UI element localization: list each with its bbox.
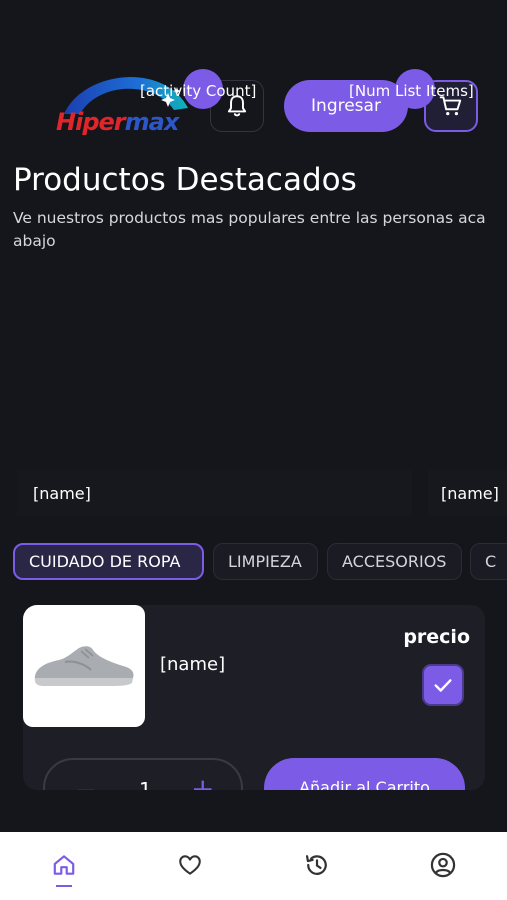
quantity-value: 1: [139, 778, 152, 790]
add-to-cart-button[interactable]: Añadir al Carrito: [264, 758, 465, 790]
nav-favorites[interactable]: [175, 850, 205, 880]
product-image: [23, 605, 145, 727]
logo-text-max: max: [124, 108, 180, 136]
featured-product-name: [name]: [33, 484, 91, 503]
quantity-stepper: − 1 +: [43, 758, 243, 790]
product-name: [name]: [160, 654, 226, 675]
product-card: [name] precio − 1 + Añadir al Carrito: [23, 605, 485, 790]
history-icon: [305, 855, 327, 875]
cart-count-text: [Num List Items]: [349, 82, 474, 100]
bottom-navigation: [0, 832, 507, 900]
nav-profile[interactable]: [428, 850, 458, 880]
decrease-quantity-button[interactable]: −: [75, 776, 97, 790]
user-circle-icon: [430, 852, 456, 878]
sneaker-icon: [34, 646, 134, 686]
logo-text-hiper: Hiper: [56, 108, 126, 136]
category-tab-limpieza[interactable]: LIMPIEZA: [213, 543, 318, 580]
product-price: precio: [403, 626, 470, 648]
home-icon: [53, 855, 75, 875]
category-tab-more[interactable]: C: [470, 543, 507, 580]
nav-home[interactable]: [49, 850, 79, 880]
page-subtitle: Ve nuestros productos mas populares entr…: [13, 209, 486, 250]
nav-history[interactable]: [302, 850, 332, 880]
page-title: Productos Destacados: [13, 162, 357, 198]
featured-product-name: [name]: [441, 484, 499, 503]
increase-quantity-button[interactable]: +: [191, 772, 214, 790]
content-fade: [0, 790, 507, 832]
heart-icon: [179, 855, 201, 875]
category-tabs: CUIDADO DE ROPA LIMPIEZA ACCESORIOS C: [13, 543, 507, 581]
check-icon: [434, 679, 452, 692]
hipermax-logo: Hipermax: [54, 68, 194, 144]
activity-count-text: [activity Count]: [140, 82, 257, 100]
logo-text: Hipermax: [56, 108, 180, 136]
category-tab-cuidado-de-ropa[interactable]: CUIDADO DE ROPA: [13, 543, 204, 580]
select-product-checkbox[interactable]: [422, 664, 464, 706]
nav-active-indicator: [56, 885, 72, 887]
category-tab-accesorios[interactable]: ACCESORIOS: [327, 543, 462, 580]
